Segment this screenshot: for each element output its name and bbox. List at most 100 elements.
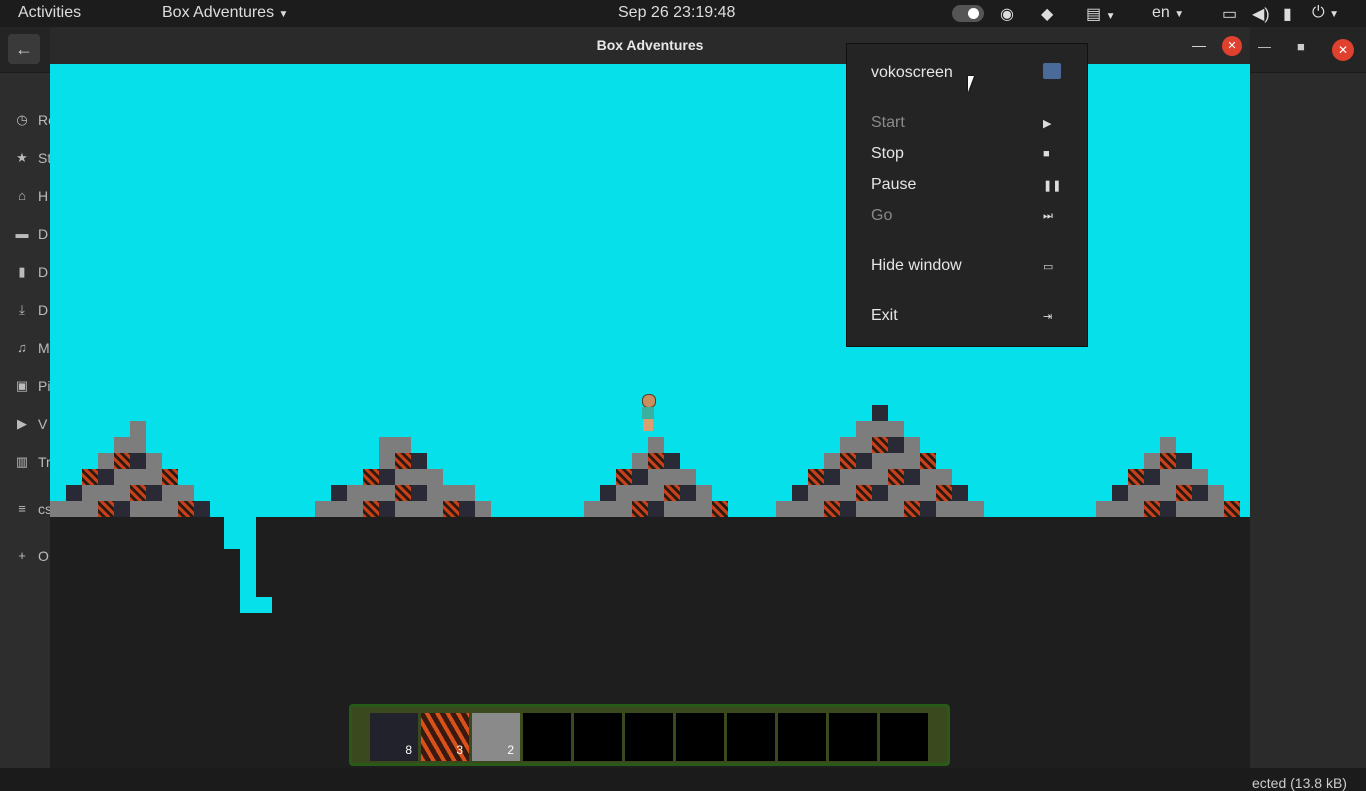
close-button[interactable]: ✕ [1332,39,1354,61]
menu-item-hide-window[interactable]: Hide window [871,257,962,275]
activities-button[interactable]: Activities [18,4,81,22]
sidebar-item-5[interactable]: ⤓ D [0,294,50,328]
minimize-button[interactable]: — [1258,39,1271,54]
hotbar-slot[interactable] [829,713,877,761]
menu-item-start[interactable]: Start [871,114,905,132]
microphone-icon[interactable]: ▮ [1283,4,1292,24]
terrain-block [98,485,114,501]
terrain-block [840,485,856,501]
screen-icon[interactable]: ▭ [1222,4,1237,24]
player-character [640,394,656,434]
terrain-block [162,485,178,501]
close-icon: ✕ [1227,40,1237,52]
menu-item-pause[interactable]: Pause [871,176,916,194]
hotbar-slot[interactable]: 3 [421,713,469,761]
music-icon: ♫ [17,340,27,355]
terrain-block [872,453,888,469]
hotbar-slot[interactable] [676,713,724,761]
menu-header: vokoscreen [871,64,953,81]
power-icon[interactable]: ⏻ ▼ [1312,4,1339,22]
terrain-block [856,469,872,485]
hotbar-slot[interactable] [574,713,622,761]
hotbar-slot[interactable] [778,713,826,761]
sidebar-item-label: Pi [38,378,51,394]
terrain-block [824,469,840,485]
terrain-block [1160,453,1176,469]
star-icon: ★ [16,150,28,165]
terrain-block [114,501,130,517]
hotbar-slot[interactable] [880,713,928,761]
terrain-block [888,469,904,485]
terrain-block [130,437,146,453]
terrain-block [363,469,379,485]
app-menu-button[interactable]: Box Adventures ▼ [162,4,288,22]
slot-count: 3 [456,743,463,757]
terrain-block [872,421,888,437]
videos-icon: ▶ [17,416,27,431]
terrain-block [114,485,130,501]
menu-item-exit[interactable]: Exit [871,307,898,325]
dropbox-icon[interactable]: ◆ [1041,4,1053,24]
network-icon: ≡ [18,501,26,516]
terrain-block [1176,485,1192,501]
terrain-block [696,485,712,501]
terrain-block [856,453,872,469]
terrain-block [632,469,648,485]
terrain-block [872,405,888,421]
terrain-block [648,485,664,501]
hotbar-slot[interactable]: 8 [370,713,418,761]
terrain-block [888,501,904,517]
terrain-block [162,469,178,485]
back-button[interactable]: ← [8,34,40,64]
hotbar-slot[interactable] [523,713,571,761]
terrain-block [920,469,936,485]
terrain-block [696,501,712,517]
chevron-down-icon: ▼ [278,9,289,20]
clipboard-icon[interactable]: ▤ ▼ [1086,4,1115,24]
terrain-block [146,453,162,469]
terrain-block [648,453,664,469]
terrain-block [856,421,872,437]
terrain-block [379,453,395,469]
terrain-block [98,501,114,517]
menu-item-go[interactable]: Go [871,207,892,225]
terrain-block [856,501,872,517]
close-button[interactable]: ✕ [1222,36,1242,56]
sidebar-item-label: D [38,302,49,318]
sidebar-item-2[interactable]: ⌂ H [0,180,50,214]
sidebar-item-10[interactable]: ≡ cs [0,493,52,527]
sidebar-item-0[interactable]: ◷ Re [0,104,56,138]
sidebar-item-1[interactable]: ★ St [0,142,51,176]
hotbar-slot[interactable] [727,713,775,761]
sidebar-item-9[interactable]: ▥ Tr [0,446,51,480]
terrain-block [146,469,162,485]
top-bar: Activities Box Adventures ▼ Sep 26 23:19… [0,0,1366,27]
sidebar-item-4[interactable]: ▮ D [0,256,50,290]
sidebar-item-label: D [38,226,49,242]
terrain-block [1160,485,1176,501]
volume-icon[interactable]: ◀) [1252,4,1270,24]
terrain-block [427,501,443,517]
language-selector[interactable]: en ▼ [1152,4,1184,22]
terrain-block [616,469,632,485]
terrain-block [379,437,395,453]
maximize-button[interactable]: ■ [1297,39,1305,54]
sidebar-item-3[interactable]: ▬ D [0,218,50,252]
clock[interactable]: Sep 26 23:19:48 [618,4,735,22]
minimize-button[interactable]: — [1192,37,1206,53]
sidebar-item-8[interactable]: ▶ V [0,408,50,442]
hotbar-slot[interactable]: 2 [472,713,520,761]
sidebar-item-6[interactable]: ♫ M [0,332,50,366]
menu-item-stop[interactable]: Stop [871,145,904,163]
vokoscreen-tray-menu: vokoscreen Start ▶ Stop ■ Pause ❚❚ Go ⏭ Hide win… [846,43,1088,347]
terrain-block [680,501,696,517]
sidebar-item-7[interactable]: ▣ Pi [0,370,51,404]
record-indicator-icon[interactable] [952,5,984,22]
terrain-block [792,501,808,517]
discord-icon[interactable]: ◉ [1000,4,1014,24]
sidebar-item-11[interactable]: + O [0,540,50,574]
terrain-block [395,469,411,485]
hotbar-slot[interactable] [625,713,673,761]
terrain-block [395,501,411,517]
terrain-block [1208,485,1224,501]
